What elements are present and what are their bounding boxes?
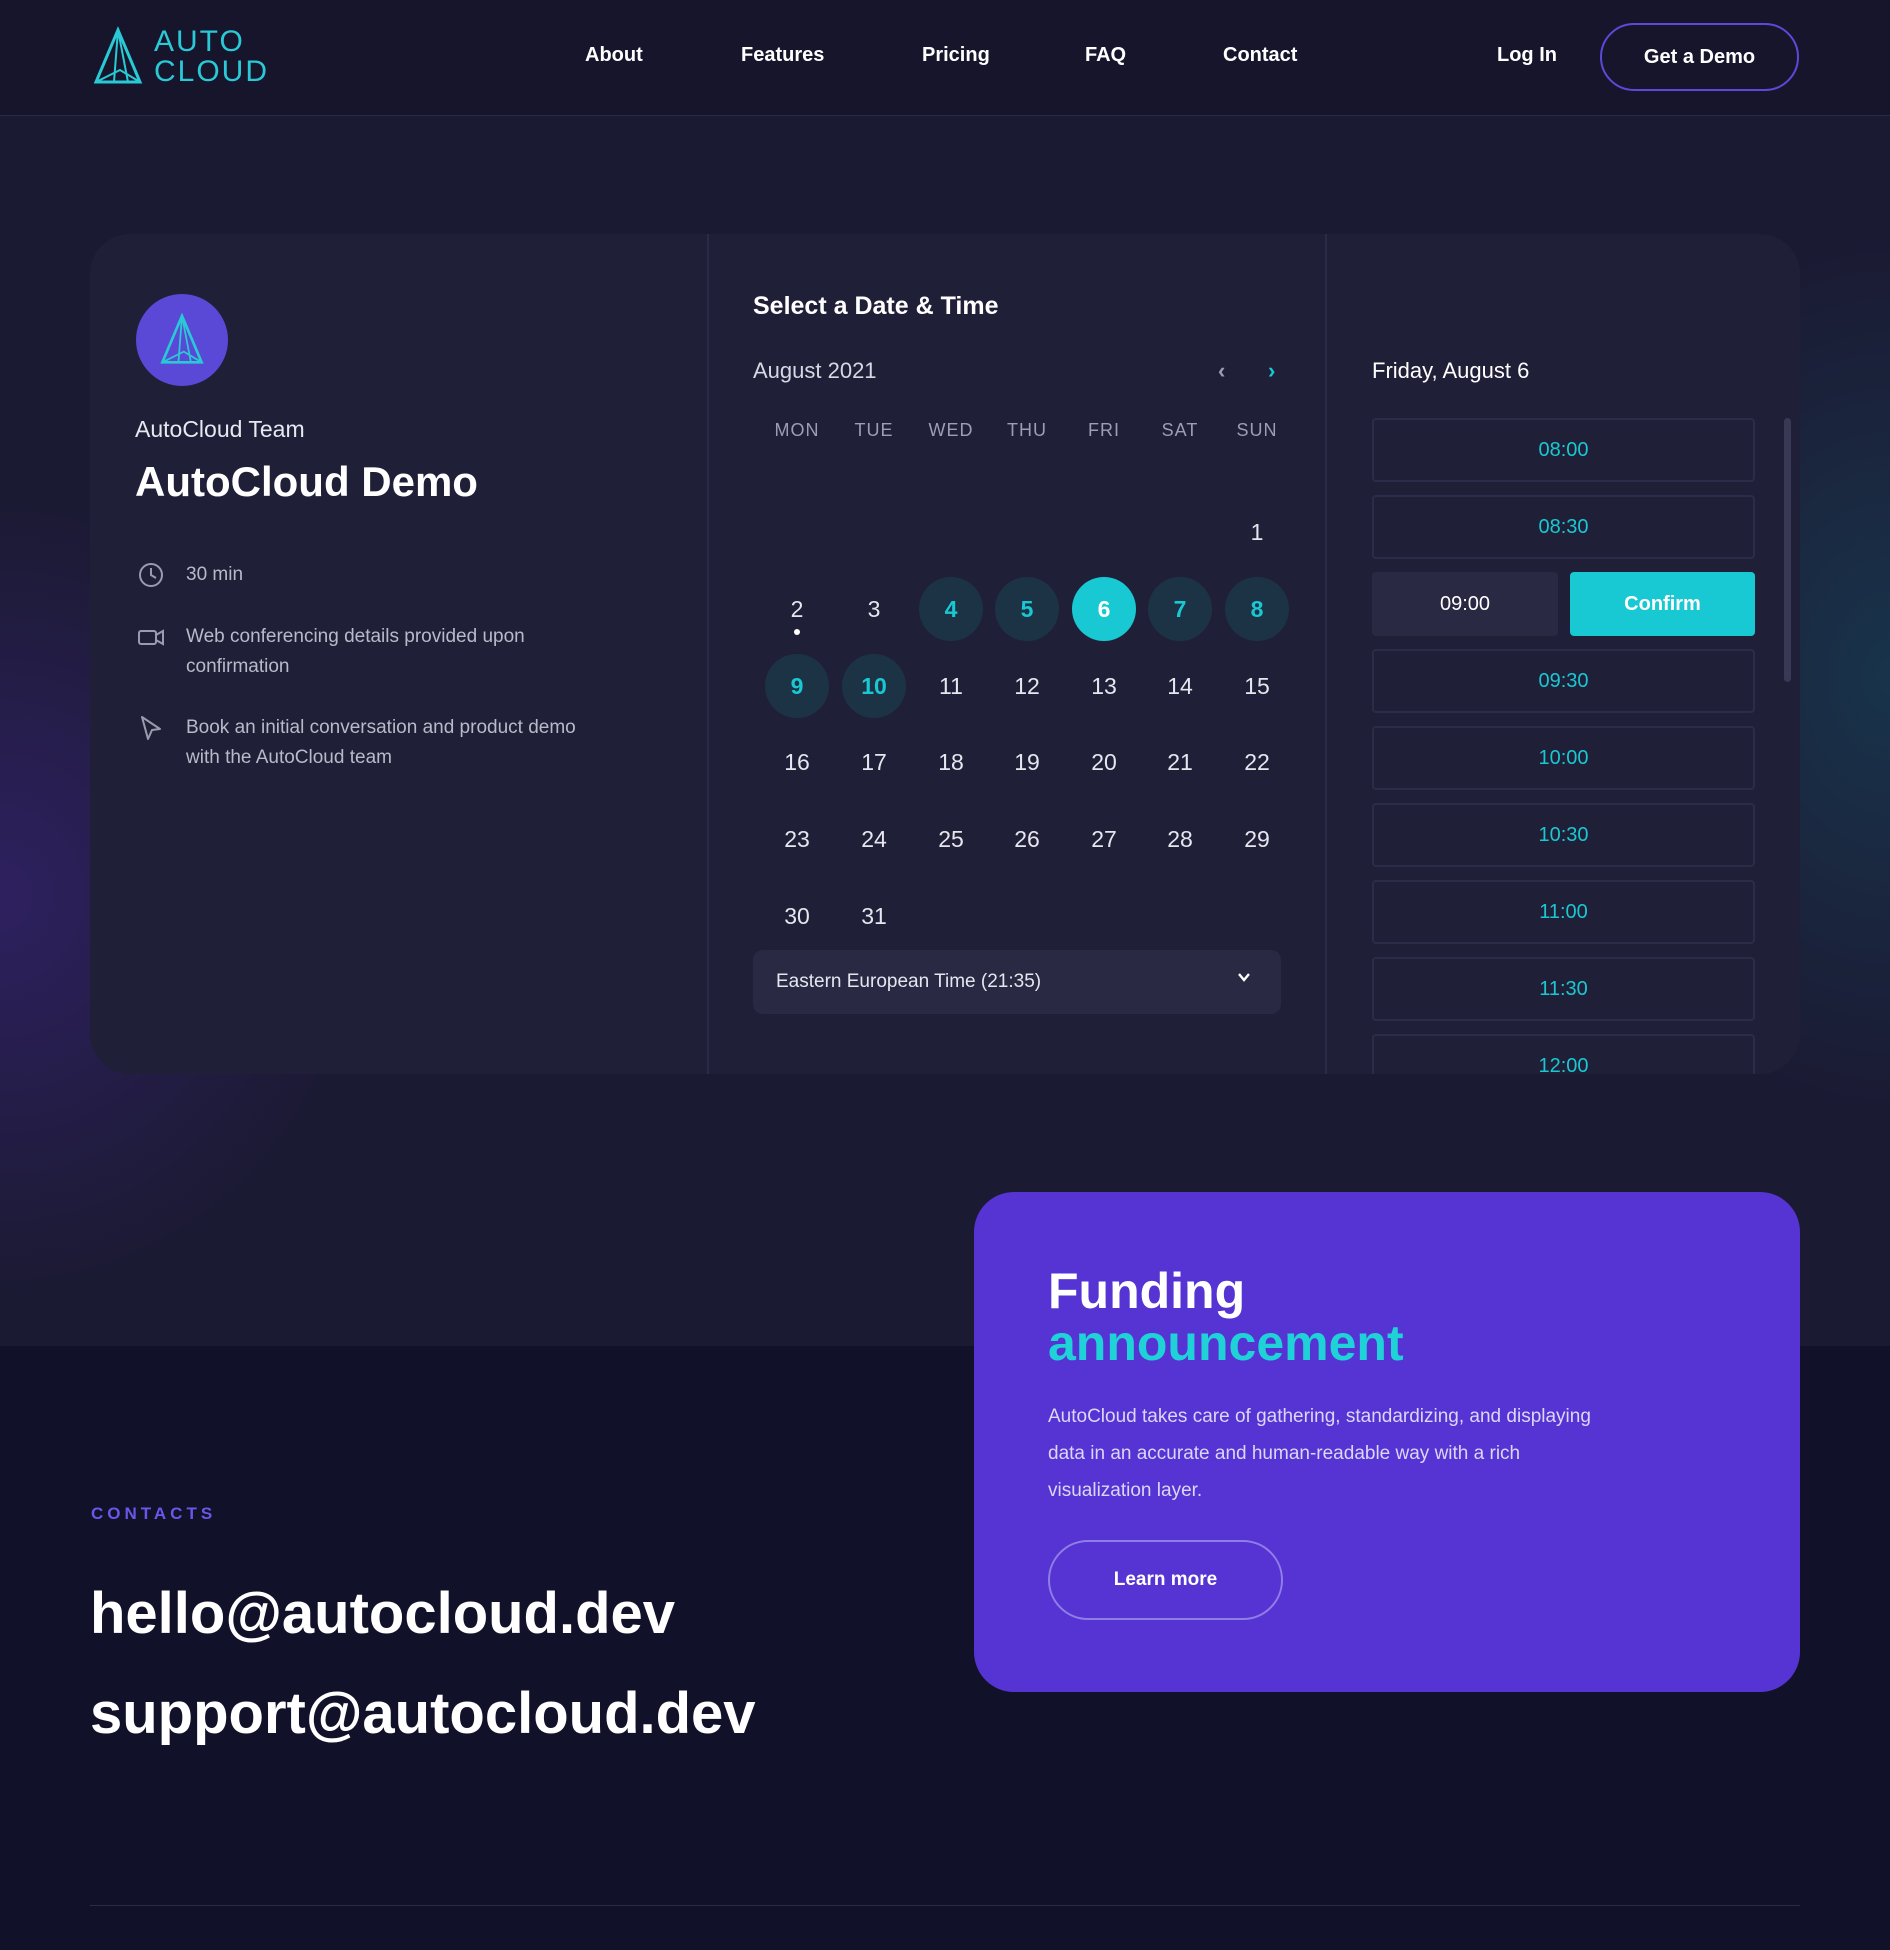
duration-text: 30 min bbox=[186, 564, 244, 585]
time-slot-scrollbar[interactable] bbox=[1784, 418, 1791, 682]
contacts-label: CONTACTS bbox=[91, 1504, 217, 1523]
weekday-label: THU bbox=[1007, 420, 1047, 440]
learn-more-button[interactable]: Learn more bbox=[1048, 1540, 1283, 1620]
calendar-day: 25 bbox=[938, 825, 964, 852]
funding-description: AutoCloud takes care of gathering, stand… bbox=[1048, 1406, 1591, 1501]
calendar-day: 12 bbox=[1014, 672, 1040, 699]
calendar-day: 28 bbox=[1167, 825, 1193, 852]
autocloud-logo-icon bbox=[93, 26, 143, 84]
time-slot-button[interactable]: 08:30 bbox=[1372, 495, 1755, 559]
calendar-day: 31 bbox=[861, 902, 887, 929]
footer-divider bbox=[90, 1905, 1800, 1906]
calendar-day: 14 bbox=[1167, 672, 1193, 699]
nav-about[interactable]: About bbox=[585, 44, 643, 67]
time-slot-button[interactable]: 11:00 bbox=[1372, 880, 1755, 944]
time-slot-button[interactable]: 08:00 bbox=[1372, 418, 1755, 482]
calendar-day: 27 bbox=[1091, 825, 1117, 852]
calendar-day: 21 bbox=[1167, 748, 1193, 775]
calendar-day: 20 bbox=[1091, 748, 1117, 775]
time-slot-button[interactable]: 09:30 bbox=[1372, 649, 1755, 713]
clock-icon bbox=[139, 563, 163, 587]
logo-line-1: AUTO bbox=[154, 25, 245, 58]
selected-date-heading: Friday, August 6 bbox=[1372, 358, 1530, 383]
column-divider bbox=[1325, 234, 1327, 1074]
chevron-down-icon bbox=[1238, 973, 1250, 982]
login-link[interactable]: Log In bbox=[1497, 44, 1557, 67]
calendar-day[interactable]: 7 bbox=[1148, 577, 1212, 641]
calendar-day: 26 bbox=[1014, 825, 1040, 852]
timezone-value: Eastern European Time (21:35) bbox=[776, 971, 1042, 992]
calendar-month: August 2021 bbox=[753, 358, 877, 383]
funding-title: Funding bbox=[1048, 1263, 1246, 1319]
calendar-day: 24 bbox=[861, 825, 887, 852]
calendar-day: 13 bbox=[1091, 672, 1117, 699]
confirm-button[interactable]: Confirm bbox=[1570, 572, 1755, 636]
nav-faq[interactable]: FAQ bbox=[1085, 44, 1126, 67]
nav-contact[interactable]: Contact bbox=[1223, 44, 1297, 67]
team-avatar bbox=[136, 294, 228, 386]
funding-announcement-card: Funding announcement AutoCloud takes car… bbox=[974, 1192, 1800, 1692]
calendar-day[interactable]: 10 bbox=[842, 654, 906, 718]
booking-widget: AutoCloud Team AutoCloud Demo 30 min Web… bbox=[90, 234, 1800, 1074]
today-indicator bbox=[794, 629, 800, 635]
description-text: Book an initial conversation and product… bbox=[186, 717, 576, 768]
calendar-day: 15 bbox=[1244, 672, 1270, 699]
nav-features[interactable]: Features bbox=[741, 44, 824, 67]
support-email-link[interactable]: support@autocloud.dev bbox=[90, 1680, 756, 1747]
time-slot-button[interactable]: 12:00 bbox=[1372, 1034, 1755, 1074]
cursor-icon bbox=[141, 716, 161, 740]
calendar-day: 22 bbox=[1244, 748, 1270, 775]
weekday-label: MON bbox=[774, 420, 820, 440]
weekday-label: SAT bbox=[1161, 420, 1199, 440]
hello-email-link[interactable]: hello@autocloud.dev bbox=[90, 1580, 675, 1647]
calendar-day: 18 bbox=[938, 748, 964, 775]
weekday-label: SUN bbox=[1236, 420, 1278, 440]
calendar-day-selected[interactable]: 6 bbox=[1072, 577, 1136, 641]
logo-text: AUTO CLOUD bbox=[154, 27, 269, 87]
calendar-day[interactable]: 5 bbox=[995, 577, 1059, 641]
calendar-day[interactable]: 8 bbox=[1225, 577, 1289, 641]
calendar-day[interactable]: 9 bbox=[765, 654, 829, 718]
conferencing-text: Web conferencing details provided upon c… bbox=[186, 626, 525, 677]
calendar-day: 17 bbox=[861, 748, 887, 775]
calendar-heading: Select a Date & Time bbox=[753, 292, 999, 320]
description-detail: Book an initial conversation and product… bbox=[136, 713, 606, 773]
calendar-day: 3 bbox=[867, 595, 881, 622]
prev-month-icon[interactable]: ‹ bbox=[1218, 358, 1225, 384]
weekday-label: FRI bbox=[1088, 420, 1120, 440]
event-title: AutoCloud Demo bbox=[135, 458, 478, 505]
calendar-day[interactable]: 4 bbox=[919, 577, 983, 641]
calendar-day: 23 bbox=[784, 825, 810, 852]
next-month-icon[interactable]: › bbox=[1268, 358, 1275, 384]
logo[interactable]: AUTO CLOUD bbox=[90, 26, 269, 88]
weekday-label: TUE bbox=[854, 420, 894, 440]
top-navbar: AUTO CLOUD About Features Pricing FAQ Co… bbox=[0, 0, 1890, 116]
calendar-day: 11 bbox=[939, 672, 963, 699]
time-slot-button[interactable]: 10:30 bbox=[1372, 803, 1755, 867]
funding-title-accent: announcement bbox=[1048, 1315, 1404, 1371]
time-slot-button[interactable]: 10:00 bbox=[1372, 726, 1755, 790]
logo-line-2: CLOUD bbox=[154, 55, 270, 88]
duration-detail: 30 min bbox=[136, 560, 606, 590]
column-divider bbox=[707, 234, 709, 1074]
nav-pricing[interactable]: Pricing bbox=[922, 44, 990, 67]
calendar-day: 1 bbox=[1250, 518, 1264, 545]
calendar-day: 19 bbox=[1014, 748, 1040, 775]
calendar-day: 16 bbox=[784, 748, 810, 775]
calendar-day: 29 bbox=[1244, 825, 1270, 852]
video-camera-icon bbox=[138, 629, 164, 646]
timezone-select[interactable]: Eastern European Time (21:35) bbox=[753, 950, 1281, 1014]
time-slot-selected[interactable]: 09:00 bbox=[1372, 572, 1558, 636]
weekday-label: WED bbox=[928, 420, 974, 440]
time-slot-button[interactable]: 11:30 bbox=[1372, 957, 1755, 1021]
calendar-day: 30 bbox=[784, 902, 810, 929]
get-demo-button[interactable]: Get a Demo bbox=[1600, 23, 1799, 91]
autocloud-logo-icon bbox=[160, 312, 204, 364]
conferencing-detail: Web conferencing details provided upon c… bbox=[136, 622, 606, 682]
team-name: AutoCloud Team bbox=[135, 416, 305, 442]
